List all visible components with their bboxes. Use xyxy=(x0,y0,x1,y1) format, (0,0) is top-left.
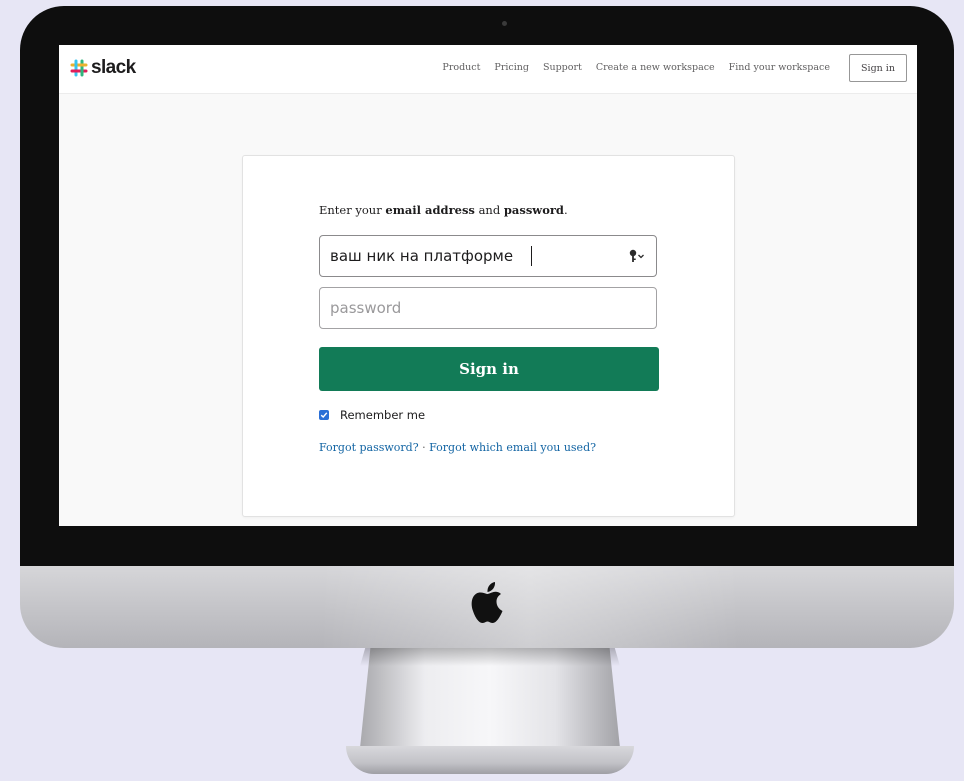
sign-in-card: Enter your email address and password. S… xyxy=(242,155,735,517)
text-caret xyxy=(531,246,532,266)
nav-pricing[interactable]: Pricing xyxy=(494,62,529,73)
prompt-email-emphasis: email address xyxy=(385,203,475,217)
email-input[interactable] xyxy=(320,236,640,276)
key-dropdown-icon[interactable] xyxy=(628,248,646,264)
slack-logo[interactable]: slack xyxy=(69,58,136,78)
sign-in-button[interactable]: Sign in xyxy=(319,347,659,391)
logo-text: slack xyxy=(91,57,136,78)
remember-me-checkbox[interactable] xyxy=(319,410,329,420)
email-field xyxy=(319,235,657,277)
screen: slack Product Pricing Support Create a n… xyxy=(59,45,917,526)
forgot-password-link[interactable]: Forgot password? xyxy=(319,441,419,454)
remember-me: Remember me xyxy=(319,408,425,422)
recovery-links: Forgot password? · Forgot which email yo… xyxy=(319,441,596,454)
forgot-email-link[interactable]: Forgot which email you used? xyxy=(429,441,596,454)
apple-icon xyxy=(471,582,503,623)
links-separator: · xyxy=(418,441,430,454)
prompt-password-emphasis: password xyxy=(503,203,564,217)
nav-sign-in-button[interactable]: Sign in xyxy=(849,54,907,82)
remember-me-label: Remember me xyxy=(340,408,426,422)
slack-hashtag-icon xyxy=(70,59,88,77)
nav-create-workspace[interactable]: Create a new workspace xyxy=(596,62,715,73)
monitor-stand-base xyxy=(346,746,634,774)
check-icon xyxy=(320,412,328,419)
nav-links: Product Pricing Support Create a new wor… xyxy=(442,62,830,73)
camera-dot xyxy=(502,21,507,26)
nav-find-workspace[interactable]: Find your workspace xyxy=(729,62,830,73)
password-input[interactable] xyxy=(320,288,640,328)
nav-product[interactable]: Product xyxy=(442,62,480,73)
password-field xyxy=(319,287,657,329)
sign-in-prompt: Enter your email address and password. xyxy=(319,203,568,217)
top-nav: slack Product Pricing Support Create a n… xyxy=(59,45,917,94)
nav-support[interactable]: Support xyxy=(543,62,582,73)
